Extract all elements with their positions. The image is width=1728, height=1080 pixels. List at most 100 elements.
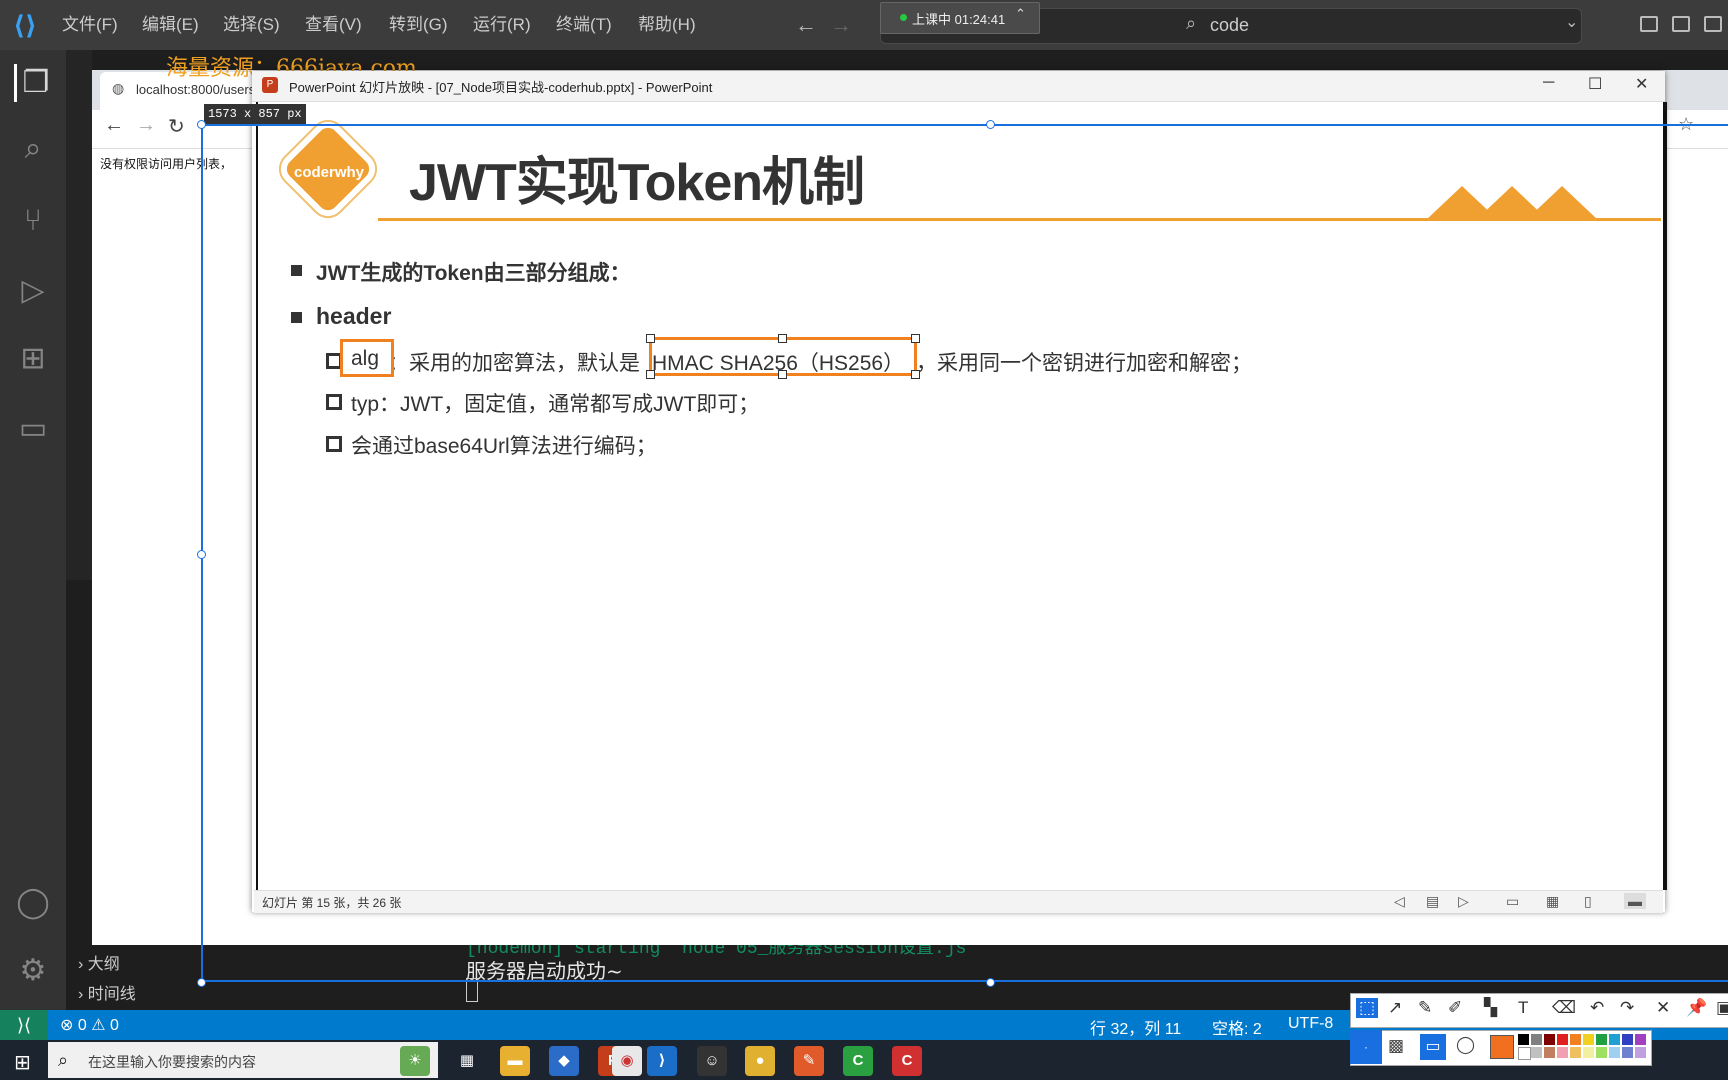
color-swatch[interactable] [1531,1034,1542,1045]
chevron-down-icon[interactable]: ⌄ [1565,12,1578,32]
search-icon: ⌕ [58,1050,69,1070]
menu-file[interactable]: 文件(F) [62,13,118,37]
explorer-icon[interactable]: ❐ [14,64,55,102]
color-swatch[interactable] [1570,1034,1581,1045]
nav-forward-icon[interactable]: → [830,12,852,38]
extensions-icon[interactable]: ⊞ [14,340,52,378]
color-swatch[interactable] [1570,1047,1581,1058]
color-swatch[interactable] [1622,1034,1633,1045]
remote-icon[interactable]: ⟩⟨ [0,1010,48,1040]
browser-back-icon[interactable]: ← [104,114,124,137]
globe-icon: ◍ [112,80,125,96]
task-view-icon[interactable]: ▦ [452,1046,482,1076]
color-swatch[interactable] [1544,1047,1555,1058]
select-tool-icon[interactable]: ⬚ [1356,998,1379,1018]
toggle-sidebar-icon[interactable] [1640,16,1658,32]
mosaic-icon[interactable]: ▚ [1484,998,1497,1018]
avatar-app-icon[interactable]: ☺ [697,1046,727,1076]
color-swatch[interactable] [1583,1047,1594,1058]
encoding[interactable]: UTF-8 [1288,1015,1333,1033]
nav-back-icon[interactable]: ← [795,12,817,38]
color-swatch[interactable] [1583,1034,1594,1045]
toggle-secondary-sidebar-icon[interactable] [1704,16,1722,32]
indentation[interactable]: 空格: 2 [1212,1015,1262,1039]
browser-reload-icon[interactable]: ↻ [168,114,185,139]
color-swatch[interactable] [1609,1034,1620,1045]
vscode-logo-icon: ⟨⟩ [13,10,37,40]
text-tool-icon[interactable]: T [1518,998,1528,1018]
timeline-label: 时间线 [87,986,136,1003]
color-swatch[interactable] [1596,1034,1607,1045]
account-icon[interactable]: ◯ [14,884,52,922]
timeline-section[interactable]: › 时间线 [78,980,136,1004]
run-debug-icon[interactable]: ▷ [14,272,52,310]
close-icon[interactable]: ✕ [1635,74,1648,94]
color-swatch[interactable] [1635,1034,1646,1045]
rectangle-shape-icon[interactable]: ▭ [1420,1034,1446,1060]
ellipse-shape-icon[interactable]: ◯ [1456,1035,1475,1055]
pen-tool-icon[interactable]: ✎ [1418,998,1432,1018]
undo-icon[interactable]: ↶ [1590,998,1604,1018]
menu-run[interactable]: 运行(R) [473,13,531,37]
search-icon[interactable]: ⌕ [14,130,52,168]
color-swatch[interactable] [1518,1034,1529,1045]
browser-forward-icon[interactable]: → [136,114,156,137]
fill-pattern-icon[interactable]: ▩ [1388,1036,1404,1056]
highlighter-icon[interactable]: ✐ [1448,998,1462,1018]
outline-section[interactable]: › 大纲 [78,950,120,974]
powerpoint-app-icon: P [262,77,278,93]
redo-icon[interactable]: ↷ [1620,998,1634,1018]
color-swatch[interactable] [1609,1047,1620,1058]
app-orange-icon[interactable]: ✎ [794,1046,824,1076]
line-tool-icon[interactable]: ↗ [1388,998,1402,1018]
app-yellow-icon[interactable]: ● [745,1046,775,1076]
source-control-icon[interactable]: ⑂ [14,202,52,240]
capture-selection-box[interactable] [201,124,1728,982]
cursor-position[interactable]: 行 32，列 11 [1090,1015,1181,1039]
menu-edit[interactable]: 编辑(E) [142,13,199,37]
file-explorer-icon[interactable]: ▬ [500,1046,530,1076]
maximize-icon[interactable]: ☐ [1588,74,1602,94]
color-swatch[interactable] [1622,1047,1633,1058]
selection-handle[interactable] [197,550,206,559]
cancel-icon[interactable]: ✕ [1656,998,1670,1018]
menu-terminal[interactable]: 终端(T) [556,13,612,37]
windows-start-icon[interactable]: ⊞ [14,1050,31,1075]
recording-dot-icon [900,14,907,21]
menu-go[interactable]: 转到(G) [389,13,448,37]
selection-handle[interactable] [197,978,206,987]
save-icon[interactable]: ▣ [1716,998,1728,1018]
selection-handle[interactable] [986,120,995,129]
selection-handle[interactable] [197,120,206,129]
color-swatch[interactable] [1557,1047,1568,1058]
chrome-icon[interactable]: ◉ [612,1046,642,1076]
menu-view[interactable]: 查看(V) [305,13,362,37]
search-icon: ⌕ [1186,13,1197,33]
pin-icon[interactable]: 📌 [1686,998,1707,1018]
problems-indicator[interactable]: ⊗ 0 ⚠ 0 [60,1015,119,1035]
remote-explorer-icon[interactable]: ▭ [14,410,52,448]
size-small-icon[interactable]: · [1350,1030,1382,1064]
color-swatch[interactable] [1635,1047,1646,1058]
app-red-icon[interactable]: C [892,1046,922,1076]
widgets-icon[interactable]: ☀ [400,1046,430,1076]
eraser-icon[interactable]: ⌫ [1552,998,1576,1018]
vscode-taskbar-icon[interactable]: ⟩ [647,1046,677,1076]
color-swatch[interactable] [1518,1047,1531,1060]
color-swatch[interactable] [1531,1047,1542,1058]
chevron-up-icon[interactable]: ⌃ [1015,6,1026,22]
toggle-panel-icon[interactable] [1672,16,1690,32]
color-swatch[interactable] [1544,1034,1555,1045]
outline-label: 大纲 [87,956,120,973]
gear-icon[interactable]: ⚙ [14,952,52,990]
menu-help[interactable]: 帮助(H) [638,13,696,37]
minimize-icon[interactable]: ─ [1543,74,1554,92]
selection-handle[interactable] [986,978,995,987]
color-swatch[interactable] [1596,1047,1607,1058]
app-green-icon[interactable]: C [843,1046,873,1076]
annotation-toolbar [1350,993,1728,1028]
menu-selection[interactable]: 选择(S) [223,13,280,37]
color-swatch[interactable] [1557,1034,1568,1045]
current-color-swatch[interactable] [1490,1035,1514,1059]
